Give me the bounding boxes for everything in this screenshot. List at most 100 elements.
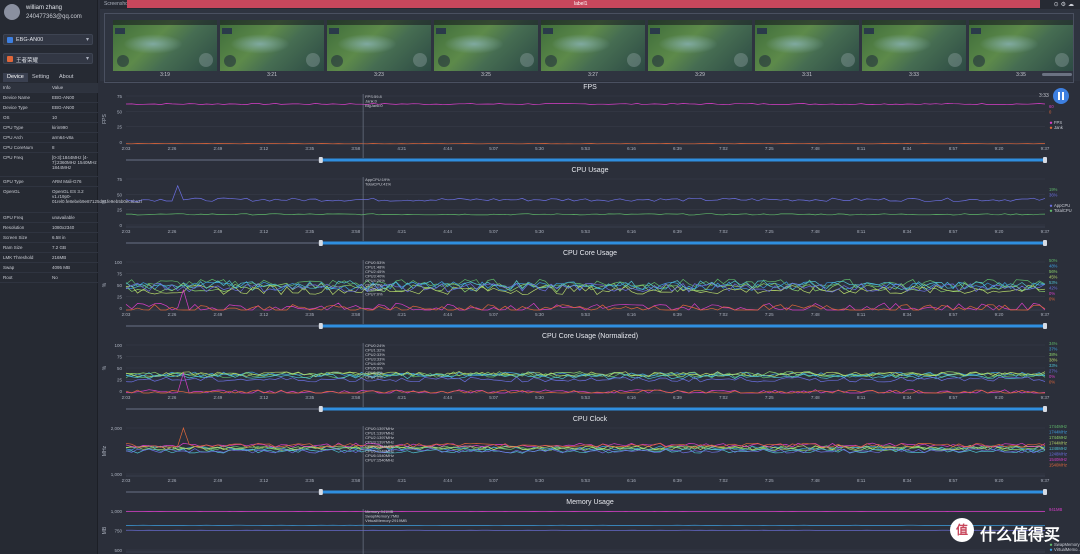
range-handle-right[interactable]	[1043, 157, 1047, 163]
filmstrip-scrollbar[interactable]	[1042, 73, 1072, 76]
screenshot-frame[interactable]	[541, 20, 645, 71]
range-handle-left[interactable]	[318, 157, 323, 163]
x-tick-label: 5:30	[535, 312, 544, 317]
range-handle-right[interactable]	[1043, 323, 1047, 329]
screenshot-frame[interactable]	[220, 20, 324, 71]
frame-time: 3:25	[481, 72, 491, 78]
chart-svg[interactable]: %1007550250CPU0:24%CPU1:32%CPU2:33%CPU3:…	[100, 331, 1080, 413]
x-tick-label: 3:58	[351, 312, 360, 317]
info-key: CPU Type	[3, 125, 24, 130]
x-tick-label: 5:30	[535, 478, 544, 483]
x-tick-label: 8:34	[903, 478, 912, 483]
legend-label: TotalCPU	[1054, 208, 1072, 213]
range-handle-left[interactable]	[318, 406, 323, 412]
screenshot-frame[interactable]	[969, 20, 1073, 71]
x-tick-label: 2:26	[168, 229, 177, 234]
app-select[interactable]: 王者荣耀 ▾	[3, 53, 93, 64]
screenshot-frame[interactable]	[327, 20, 431, 71]
info-value: 10	[52, 115, 58, 120]
chart-svg[interactable]: FPS7550250FPS:59.8Jank:0BigJank:0 600FPSJ…	[100, 82, 1080, 164]
info-value: [0-3]:1844MHz [4-7]:2360MHz 1540MHz 1844…	[52, 155, 97, 170]
info-key: Screen Size	[3, 235, 28, 240]
game-hud	[948, 53, 962, 67]
x-tick-label: 5:07	[489, 478, 498, 483]
settings-icon[interactable]: ⚙	[1061, 2, 1068, 8]
x-tick-label: 9:37	[1041, 478, 1050, 483]
x-tick-label: 3:58	[351, 146, 360, 151]
screenshot-frame[interactable]	[648, 20, 752, 71]
chart-svg[interactable]: MHz2,0001,000CPU0:1397MHzCPU1:1397MHzCPU…	[100, 414, 1080, 496]
chart-svg[interactable]: MB1,000750500Memory:941MBSwapMemory:7MBV…	[100, 497, 1080, 554]
chart-svg[interactable]: %7550250AppCPU:19%TotalCPU:41%19%36%AppC…	[100, 165, 1080, 247]
screenshot-frame[interactable]	[113, 20, 217, 71]
tooltip-value: TotalCPU:41%	[365, 182, 391, 187]
tab-about[interactable]: About	[55, 73, 77, 82]
x-tick-label: 5:30	[535, 395, 544, 400]
game-hud	[115, 28, 125, 34]
range-handle-left[interactable]	[318, 489, 323, 495]
x-tick-label: 6:16	[627, 312, 636, 317]
x-tick-label: 2:49	[214, 312, 223, 317]
info-value: EBG-AN00	[52, 105, 75, 110]
game-hud	[413, 53, 427, 67]
chart-svg[interactable]: %1007550250CPU0:53%CPU1:48%CPU2:45%CPU3:…	[100, 248, 1080, 330]
tab-device[interactable]: Device	[3, 73, 28, 82]
range-handle-right[interactable]	[1043, 240, 1047, 246]
game-hud	[973, 55, 985, 67]
right-value: 34%	[1049, 341, 1058, 346]
info-row: Screen Size 6.58 in	[0, 233, 98, 243]
x-tick-label: 5:07	[489, 146, 498, 151]
range-handle-left[interactable]	[318, 240, 323, 246]
tab-setting[interactable]: Setting	[28, 73, 53, 82]
record-icon[interactable]: ⊙	[1054, 2, 1061, 8]
info-value: 1080x2340	[52, 225, 75, 230]
x-tick-label: 5:07	[489, 312, 498, 317]
x-tick-label: 9:20	[995, 146, 1004, 151]
user-block[interactable]: william zhang 240477363@qq.com	[4, 4, 96, 22]
sidebar: william zhang 240477363@qq.com EBG-AN00 …	[0, 0, 142, 554]
game-hud	[866, 55, 878, 67]
x-tick-label: 8:34	[903, 395, 912, 400]
x-tick-label: 8:11	[857, 312, 866, 317]
y-axis-label: %	[102, 282, 108, 287]
x-tick-label: 5:53	[581, 478, 590, 483]
screenshot-frame[interactable]	[862, 20, 966, 71]
x-tick-label: 6:39	[673, 229, 682, 234]
x-tick-label: 2:26	[168, 395, 177, 400]
legend-swatch	[1049, 209, 1053, 212]
avatar[interactable]	[4, 4, 20, 20]
y-tick-label: 25	[117, 125, 123, 130]
chevron-down-icon: ▾	[85, 37, 89, 43]
range-handle-right[interactable]	[1043, 406, 1047, 412]
label-bar[interactable]: label1	[127, 0, 1040, 8]
perfdog-app: william zhang 240477363@qq.com EBG-AN00 …	[0, 0, 1080, 554]
info-row: Swap 4095 MB	[0, 263, 98, 273]
info-key: CPU Arch	[3, 135, 23, 140]
range-selection	[320, 490, 1045, 494]
screenshot-frame[interactable]	[434, 20, 538, 71]
chevron-down-icon: ▾	[85, 56, 89, 62]
x-tick-label: 5:53	[581, 229, 590, 234]
device-select[interactable]: EBG-AN00 ▾	[3, 34, 93, 45]
frame-rail[interactable]: 3:19 3:21 3:23 3:25 3:27 3:29 3:31 3:33 3:35	[104, 13, 1074, 83]
x-tick-label: 6:39	[673, 478, 682, 483]
game-hud	[545, 55, 557, 67]
range-handle-right[interactable]	[1043, 489, 1047, 495]
toolbar-icons[interactable]: ⊙⚙☁	[1054, 1, 1076, 8]
y-tick-label: 0	[119, 223, 122, 228]
screenshot-frame[interactable]	[755, 20, 859, 71]
x-tick-label: 7:02	[719, 146, 728, 151]
x-tick-label: 3:12	[259, 229, 268, 234]
range-handle-left[interactable]	[318, 323, 323, 329]
cloud-icon[interactable]: ☁	[1068, 2, 1076, 8]
x-tick-label: 9:20	[995, 478, 1004, 483]
info-row: GPU Freq unavailable	[0, 213, 98, 223]
info-value: 216MB	[52, 255, 67, 260]
game-hud	[864, 28, 874, 34]
x-tick-label: 3:12	[259, 395, 268, 400]
info-key: Device Name	[3, 95, 31, 100]
right-value: 53%	[1049, 280, 1058, 285]
x-tick-label: 2:26	[168, 146, 177, 151]
right-value: 27%	[1049, 369, 1058, 374]
info-key: Device Type	[3, 105, 28, 110]
